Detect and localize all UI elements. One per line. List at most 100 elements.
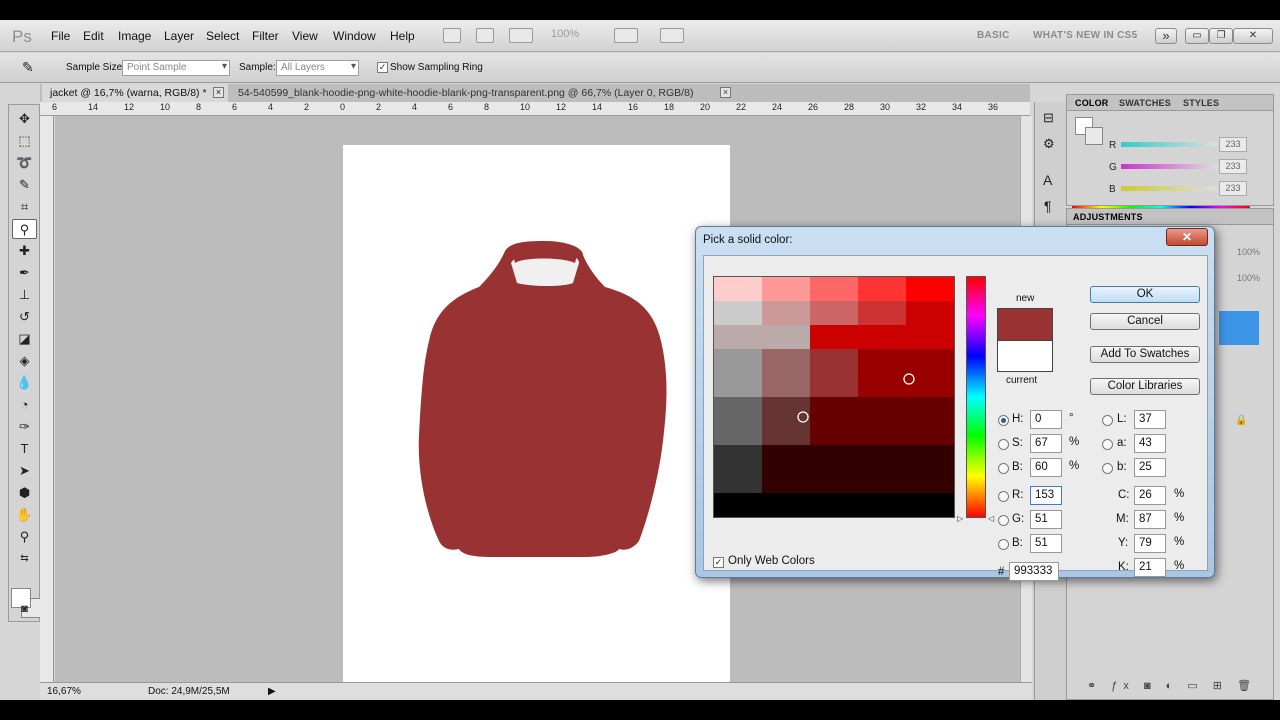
current-color-swatch[interactable]: [997, 340, 1053, 372]
opacity-value[interactable]: 100%: [1237, 247, 1260, 257]
magenta-input[interactable]: 87: [1134, 510, 1166, 529]
channel-track[interactable]: [1121, 142, 1217, 147]
radio-green[interactable]: [998, 515, 1009, 526]
red-input[interactable]: 153: [1030, 486, 1062, 505]
menu-filter[interactable]: Filter: [252, 29, 279, 43]
lab-a-input[interactable]: 43: [1134, 434, 1166, 453]
channel-value[interactable]: 233: [1219, 137, 1247, 152]
hand-tool-icon[interactable]: ✋: [12, 505, 37, 525]
tab-styles[interactable]: STYLES: [1183, 98, 1219, 108]
eraser-tool-icon[interactable]: ◪: [12, 329, 37, 349]
hue-slider[interactable]: [966, 276, 986, 518]
blur-tool-icon[interactable]: 💧: [12, 373, 37, 393]
ok-button[interactable]: OK: [1090, 286, 1200, 303]
channel-track[interactable]: [1121, 164, 1217, 169]
crop-tool-icon[interactable]: ⌗: [12, 197, 37, 217]
tab-swatches[interactable]: SWATCHES: [1119, 98, 1171, 108]
menu-layer[interactable]: Layer: [164, 29, 194, 43]
menu-file[interactable]: File: [51, 29, 70, 43]
menu-select[interactable]: Select: [206, 29, 239, 43]
radio-blue[interactable]: [998, 539, 1009, 550]
history-brush-icon[interactable]: ↺: [12, 307, 37, 327]
radio-lab-b[interactable]: [1102, 463, 1113, 474]
menu-window[interactable]: Window: [333, 29, 376, 43]
marquee-tool-icon[interactable]: ⬚: [12, 131, 37, 151]
mini-bridge-icon[interactable]: [476, 28, 494, 43]
radio-red[interactable]: [998, 491, 1009, 502]
selected-layer-row[interactable]: [1219, 311, 1259, 345]
stamp-tool-icon[interactable]: ⊥: [12, 285, 37, 305]
sample-size-select[interactable]: Point Sample: [122, 60, 230, 76]
type-tool-icon[interactable]: T: [12, 439, 37, 459]
channel-value[interactable]: 233: [1219, 159, 1247, 174]
close-icon[interactable]: ×: [720, 87, 731, 98]
restore-button[interactable]: ❐: [1209, 28, 1233, 44]
zoom-level-select[interactable]: 100%: [551, 28, 579, 40]
eyedropper-preset-icon[interactable]: ✎: [22, 59, 34, 76]
slider-g[interactable]: G 233: [1067, 159, 1275, 179]
path-select-icon[interactable]: ➤: [12, 461, 37, 481]
status-menu-arrow-icon[interactable]: ▶: [268, 686, 276, 697]
healing-tool-icon[interactable]: ✚: [12, 241, 37, 261]
color-field[interactable]: [713, 276, 955, 518]
lab-l-input[interactable]: 37: [1134, 410, 1166, 429]
arrange-documents-icon[interactable]: [614, 28, 638, 43]
green-input[interactable]: 51: [1030, 510, 1062, 529]
tab-adjustments[interactable]: ADJUSTMENTS: [1073, 212, 1143, 222]
menu-help[interactable]: Help: [390, 29, 415, 43]
dodge-tool-icon[interactable]: ◔: [12, 395, 37, 415]
lasso-tool-icon[interactable]: ➰: [12, 153, 37, 173]
blue-input[interactable]: 51: [1030, 534, 1062, 553]
menu-edit[interactable]: Edit: [83, 29, 104, 43]
cancel-button[interactable]: Cancel: [1090, 313, 1200, 330]
paragraph-panel-icon[interactable]: ¶: [1044, 198, 1052, 214]
screen-mode-icon[interactable]: [660, 28, 684, 43]
zoom-percentage[interactable]: 16,67%: [47, 686, 81, 697]
quick-select-tool-icon[interactable]: ✎: [12, 175, 37, 195]
menu-image[interactable]: Image: [118, 29, 151, 43]
zoom-tool-icon[interactable]: ⚲: [12, 527, 37, 547]
menu-view[interactable]: View: [292, 29, 318, 43]
hue-input[interactable]: 0: [1030, 410, 1062, 429]
saturation-input[interactable]: 67: [1030, 434, 1062, 453]
quick-mask-icon[interactable]: ◙: [12, 599, 37, 619]
close-icon[interactable]: ×: [213, 87, 224, 98]
workspace-whats-new[interactable]: WHAT'S NEW IN CS5: [1033, 30, 1138, 41]
channel-track[interactable]: [1121, 186, 1217, 191]
only-web-colors-checkbox[interactable]: ✓: [713, 557, 724, 568]
black-input[interactable]: 21: [1134, 558, 1166, 577]
paint-bucket-icon[interactable]: ◈: [12, 351, 37, 371]
minimize-button[interactable]: ▭: [1185, 28, 1209, 44]
history-panel-icon[interactable]: ⊟: [1043, 110, 1054, 126]
hue-arrow-left-icon[interactable]: ▷: [957, 514, 963, 523]
cyan-input[interactable]: 26: [1134, 486, 1166, 505]
tab-color[interactable]: COLOR: [1075, 98, 1109, 108]
slider-r[interactable]: R 233: [1067, 137, 1275, 157]
shape-tool-icon[interactable]: ⬢: [12, 483, 37, 503]
radio-lab-a[interactable]: [1102, 439, 1113, 450]
hue-arrow-right-icon[interactable]: ◁: [988, 514, 994, 523]
radio-brightness[interactable]: [998, 463, 1009, 474]
document-canvas[interactable]: [343, 145, 730, 693]
radio-saturation[interactable]: [998, 439, 1009, 450]
brush-tool-icon[interactable]: ✒: [12, 263, 37, 283]
layer-actions-icons[interactable]: ⚭ ƒx ◙ ◐ ▭ ⊞ 🗑: [1087, 679, 1257, 692]
lab-b-input[interactable]: 25: [1134, 458, 1166, 477]
tab-jacket[interactable]: jacket @ 16,7% (warna, RGB/8) * ×: [42, 84, 228, 102]
character-panel-icon[interactable]: A: [1043, 172, 1052, 188]
slider-b[interactable]: B 233: [1067, 181, 1275, 201]
bridge-icon[interactable]: [443, 28, 461, 43]
swap-colors-icon[interactable]: ⇆: [12, 549, 37, 569]
close-window-button[interactable]: ✕: [1233, 28, 1273, 44]
channel-value[interactable]: 233: [1219, 181, 1247, 196]
pen-tool-icon[interactable]: ✑: [12, 417, 37, 437]
tab-hoodie-png[interactable]: 54-540599_blank-hoodie-png-white-hoodie-…: [230, 84, 735, 102]
hex-input[interactable]: 993333: [1009, 562, 1059, 581]
yellow-input[interactable]: 79: [1134, 534, 1166, 553]
radio-lab-l[interactable]: [1102, 415, 1113, 426]
brightness-input[interactable]: 60: [1030, 458, 1062, 477]
radio-hue[interactable]: [998, 415, 1009, 426]
sample-select[interactable]: All Layers: [276, 60, 359, 76]
actions-panel-icon[interactable]: ⚙: [1043, 136, 1055, 152]
dialog-close-button[interactable]: ✕: [1166, 228, 1208, 246]
